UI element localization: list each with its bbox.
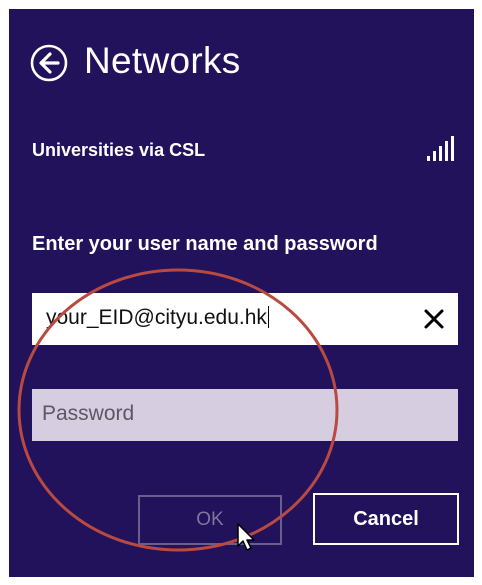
page-title: Networks — [84, 40, 241, 81]
wifi-signal-icon — [427, 136, 454, 161]
password-placeholder: Password — [42, 402, 135, 425]
password-field[interactable]: Password — [32, 389, 458, 441]
cancel-button[interactable]: Cancel — [313, 493, 459, 545]
text-caret — [267, 306, 269, 328]
close-icon[interactable] — [416, 301, 452, 337]
mouse-cursor-icon — [237, 523, 255, 551]
username-field[interactable]: your_EID@cityu.edu.hk — [32, 293, 458, 345]
ok-button[interactable]: OK — [138, 495, 282, 545]
network-name: Universities via CSL — [32, 140, 206, 160]
back-arrow-icon[interactable] — [30, 44, 68, 82]
username-value: your_EID@cityu.edu.hk — [46, 306, 269, 329]
credentials-prompt: Enter your user name and password — [32, 233, 378, 255]
